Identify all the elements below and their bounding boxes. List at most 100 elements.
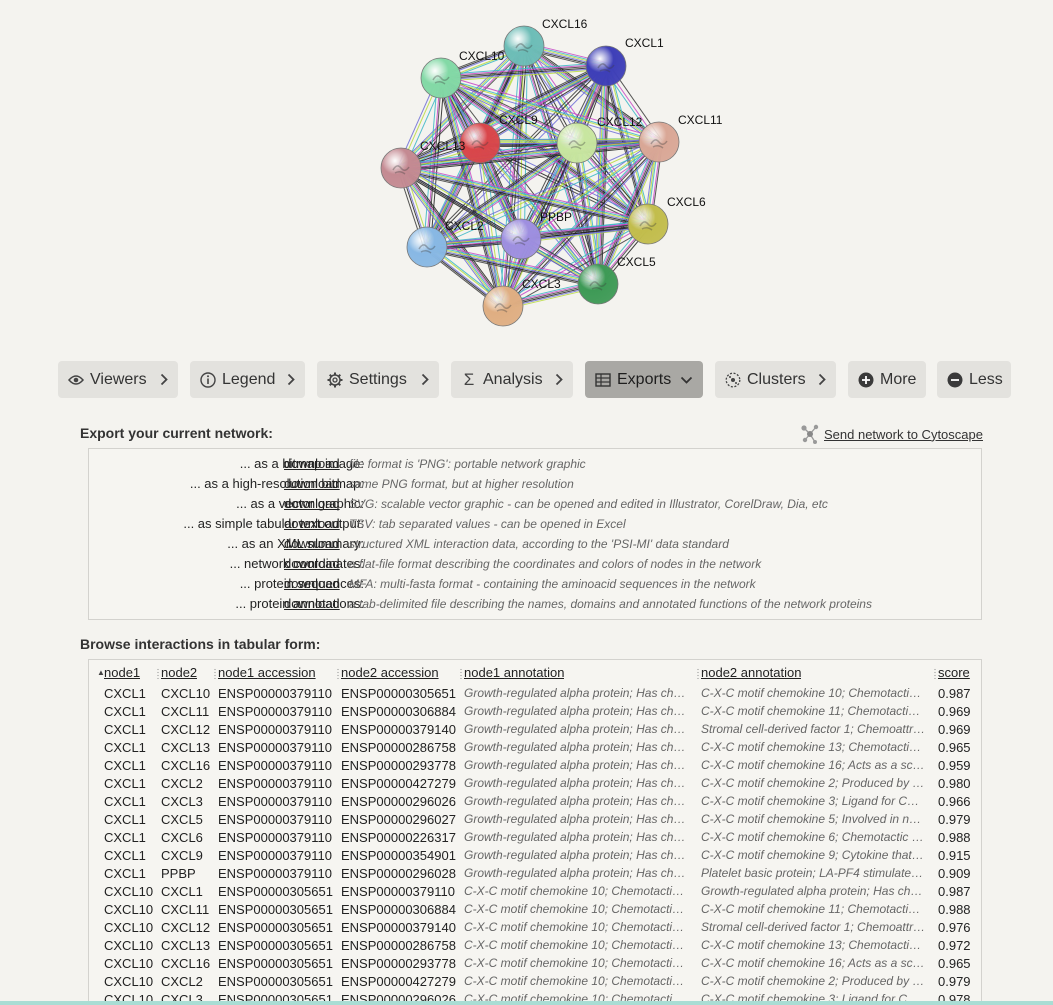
export-section-title: Export your current network:: [80, 425, 273, 441]
analysis-button[interactable]: Σ Analysis: [451, 361, 573, 398]
table-row[interactable]: CXCL10 CXCL12 ENSP00000305651 ENSP000003791…: [89, 919, 981, 937]
download-link[interactable]: download: [284, 534, 340, 554]
clusters-button[interactable]: Clusters: [715, 361, 836, 398]
cell-node1-annotation: C-X-C motif chemokine 10; Chemotactic fo…: [464, 974, 686, 988]
cell-node1: CXCL10: [104, 938, 154, 953]
column-header-node2-accession[interactable]: node2 accession: [341, 665, 439, 680]
cell-score: 0.969: [938, 722, 971, 737]
table-row[interactable]: CXCL10 CXCL16 ENSP00000305651 ENSP000002937…: [89, 955, 981, 973]
table-row[interactable]: CXCL1 CXCL2 ENSP00000379110 ENSP00000427279…: [89, 775, 981, 793]
column-resize-handle[interactable]: [934, 668, 936, 679]
column-header-node1-annotation[interactable]: node1 annotation: [464, 665, 564, 680]
export-row: ... as an XML summary: download structur…: [89, 534, 981, 554]
cell-node1-accession: ENSP00000379110: [218, 686, 332, 701]
table-row[interactable]: CXCL10 CXCL11 ENSP00000305651 ENSP000003068…: [89, 901, 981, 919]
export-row: ... network coordinates: download a flat…: [89, 554, 981, 574]
viewers-label: Viewers: [90, 370, 147, 388]
export-row: ... as a bitmap image: download file for…: [89, 454, 981, 474]
table-row[interactable]: CXCL1 CXCL9 ENSP00000379110 ENSP00000354901…: [89, 847, 981, 865]
less-button[interactable]: Less: [937, 361, 1011, 398]
cell-node2-accession: ENSP00000296028: [341, 866, 456, 881]
table-row[interactable]: CXCL10 CXCL13 ENSP00000305651 ENSP000002867…: [89, 937, 981, 955]
cell-node2: CXCL13: [161, 740, 211, 755]
cell-node2-accession: ENSP00000286758: [341, 938, 456, 953]
cell-node2-accession: ENSP00000379110: [341, 884, 455, 899]
info-icon: [200, 371, 216, 388]
download-link[interactable]: download: [284, 454, 340, 474]
cell-node2: CXCL2: [161, 974, 203, 989]
cell-node1: CXCL1: [104, 758, 146, 773]
exports-button[interactable]: Exports: [585, 361, 703, 398]
column-resize-handle[interactable]: [697, 668, 699, 679]
download-link[interactable]: download: [284, 514, 340, 534]
protein-node-cxcl5[interactable]: CXCL5: [577, 255, 656, 305]
table-row[interactable]: CXCL10 CXCL1 ENSP00000305651 ENSP0000037911…: [89, 883, 981, 901]
column-resize-handle[interactable]: [337, 668, 339, 679]
cell-node2-accession: ENSP00000305651: [341, 686, 456, 701]
cell-node2: CXCL5: [161, 812, 203, 827]
download-link[interactable]: download: [284, 494, 340, 514]
table-row[interactable]: CXCL10 CXCL2 ENSP00000305651 ENSP0000042727…: [89, 973, 981, 991]
node-label: CXCL10: [459, 49, 505, 63]
cell-node1: CXCL10: [104, 902, 154, 917]
more-button[interactable]: More: [848, 361, 926, 398]
cell-node2: CXCL10: [161, 686, 211, 701]
column-resize-handle[interactable]: [214, 668, 216, 679]
cell-node1: CXCL1: [104, 794, 146, 809]
column-header-score[interactable]: score: [938, 665, 970, 680]
column-header-node1-accession[interactable]: node1 accession: [218, 665, 316, 680]
table-row[interactable]: CXCL1 PPBP ENSP00000379110 ENSP00000296028 G…: [89, 865, 981, 883]
cell-node2-accession: ENSP00000226317: [341, 830, 456, 845]
table-row[interactable]: CXCL1 CXCL10 ENSP00000379110 ENSP0000030565…: [89, 685, 981, 703]
column-header-node2[interactable]: node2: [161, 665, 197, 680]
node-label: CXCL1: [625, 36, 664, 50]
protein-node-cxcl2[interactable]: CXCL2: [406, 219, 484, 268]
cell-node1-accession: ENSP00000379110: [218, 848, 332, 863]
table-row[interactable]: CXCL1 CXCL16 ENSP00000379110 ENSP0000029377…: [89, 757, 981, 775]
cell-node2: CXCL2: [161, 776, 203, 791]
table-row[interactable]: CXCL1 CXCL3 ENSP00000379110 ENSP00000296026…: [89, 793, 981, 811]
table-row[interactable]: CXCL1 CXCL11 ENSP00000379110 ENSP0000030688…: [89, 703, 981, 721]
table-row[interactable]: CXCL1 CXCL13 ENSP00000379110 ENSP0000028675…: [89, 739, 981, 757]
cell-node2-annotation: C-X-C motif chemokine 10; Chemotactic fo…: [701, 686, 926, 700]
download-link[interactable]: download: [284, 554, 340, 574]
table-row[interactable]: CXCL1 CXCL12 ENSP00000379110 ENSP0000037914…: [89, 721, 981, 739]
viewers-button[interactable]: Viewers: [58, 361, 178, 398]
node-label: CXCL12: [597, 115, 643, 129]
eye-icon: [68, 372, 84, 388]
export-row-description: MFA: multi-fasta format - containing the…: [349, 577, 756, 591]
column-header-node1[interactable]: node1: [104, 665, 140, 680]
protein-node-cxcl11[interactable]: CXCL11: [638, 113, 723, 163]
cell-node2-accession: ENSP00000379140: [341, 722, 456, 737]
export-row-description: TSV: tab separated values - can be opene…: [349, 517, 626, 531]
download-link[interactable]: download: [284, 474, 340, 494]
export-row: ... as a vector graphic: download SVG: s…: [89, 494, 981, 514]
cell-node1-annotation: Growth-regulated alpha protein; Has chem…: [464, 758, 686, 772]
cell-node2-annotation: C-X-C motif chemokine 9; Cytokine that a…: [701, 848, 926, 862]
cell-node1-accession: ENSP00000379110: [218, 866, 332, 881]
column-resize-handle[interactable]: [157, 668, 159, 679]
cell-node1: CXCL10: [104, 884, 154, 899]
node-label: CXCL11: [678, 113, 723, 127]
column-header-node2-annotation[interactable]: node2 annotation: [701, 665, 801, 680]
network-graph[interactable]: CXCL16 CXCL1 CXCL10 CXCL9 CXCL12 CXCL11 CXCL13…: [0, 0, 1053, 345]
cell-node1-annotation: Growth-regulated alpha protein; Has chem…: [464, 722, 686, 736]
cell-node1-accession: ENSP00000379110: [218, 722, 332, 737]
cell-score: 0.966: [938, 794, 971, 809]
cell-node1-annotation: C-X-C motif chemokine 10; Chemotactic fo…: [464, 938, 686, 952]
cell-node1-accession: ENSP00000379110: [218, 830, 332, 845]
cell-node1-accession: ENSP00000379110: [218, 794, 332, 809]
protein-node-cxcl1[interactable]: CXCL1: [585, 36, 664, 87]
legend-button[interactable]: Legend: [190, 361, 305, 398]
column-resize-handle[interactable]: [460, 668, 462, 679]
settings-button[interactable]: Settings: [317, 361, 439, 398]
download-link[interactable]: download: [284, 594, 340, 614]
cell-score: 0.965: [938, 956, 971, 971]
table-row[interactable]: CXCL1 CXCL5 ENSP00000379110 ENSP00000296027…: [89, 811, 981, 829]
send-to-cytoscape-link[interactable]: Send network to Cytoscape: [799, 423, 983, 445]
download-link[interactable]: download: [284, 574, 340, 594]
node-label: PPBP: [540, 210, 572, 224]
chevron-right-icon: [283, 373, 295, 387]
table-row[interactable]: CXCL1 CXCL6 ENSP00000379110 ENSP00000226317…: [89, 829, 981, 847]
exports-label: Exports: [617, 370, 672, 388]
